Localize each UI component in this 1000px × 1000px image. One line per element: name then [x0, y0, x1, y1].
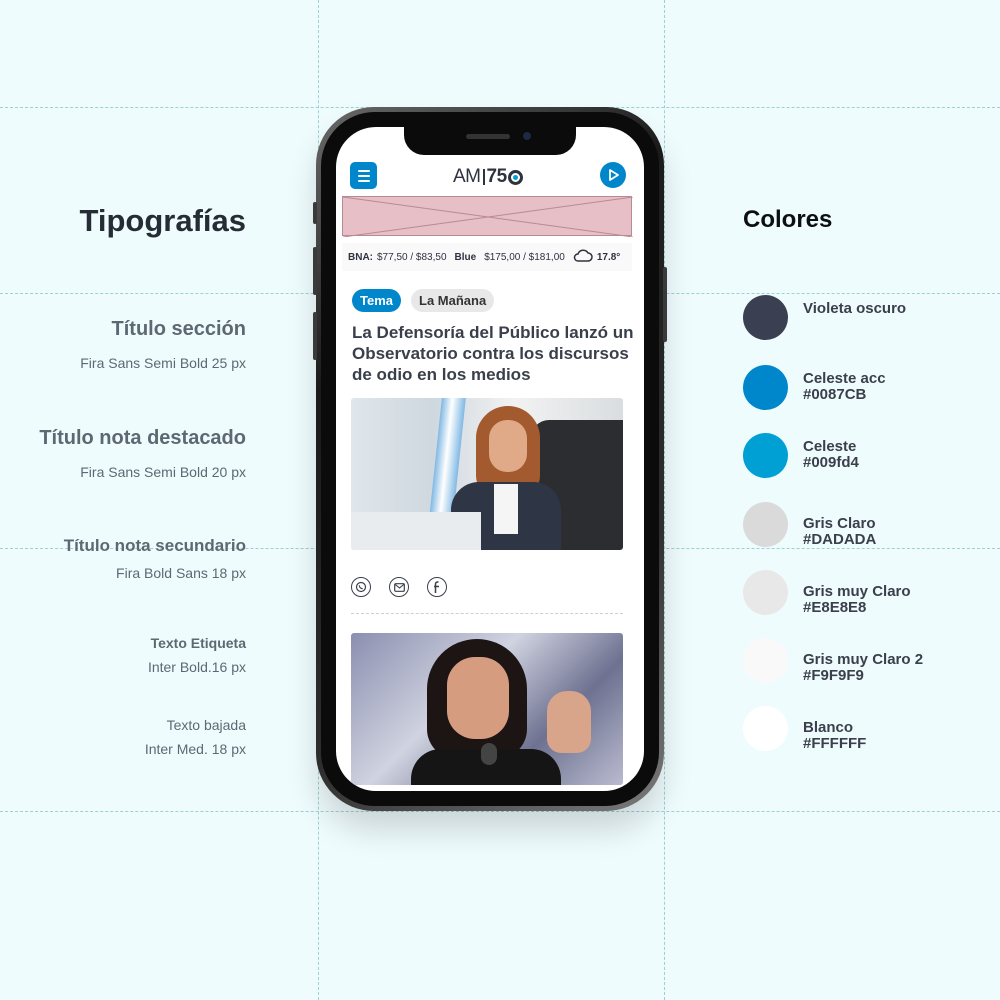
color-swatch	[743, 502, 788, 547]
microphone	[481, 743, 497, 765]
share-buttons	[351, 577, 447, 597]
typography-name: Título nota destacado	[39, 427, 246, 449]
app-header: AM 75	[350, 162, 626, 190]
typography-item: Título nota secundario Fira Bold Sans 18…	[64, 536, 246, 581]
whatsapp-icon[interactable]	[351, 577, 371, 597]
tag-tema[interactable]: Tema	[352, 289, 401, 312]
color-swatch	[743, 706, 788, 751]
color-name: Gris muy Claro	[803, 583, 911, 600]
typography-spec: Fira Bold Sans 18 px	[116, 565, 246, 581]
tag-la-manana[interactable]: La Mañana	[411, 289, 495, 312]
power-button	[663, 267, 667, 342]
color-item: Gris Claro #DADADA	[743, 502, 876, 548]
color-swatch	[743, 295, 788, 340]
logo-o-icon	[507, 169, 523, 185]
facebook-icon[interactable]	[427, 577, 447, 597]
typography-name: Título sección	[111, 318, 246, 340]
tag-group: Tema La Mañana	[352, 289, 495, 312]
color-hex: #009fd4	[803, 454, 859, 471]
typography-title: Tipografías	[79, 203, 246, 238]
logo-am: AM	[453, 166, 481, 187]
mute-switch	[313, 202, 317, 224]
color-item: Celeste #009fd4	[743, 433, 859, 478]
logo-separator	[482, 169, 485, 185]
mail-icon[interactable]	[389, 577, 409, 597]
color-item: Gris muy Claro #E8E8E8	[743, 570, 911, 616]
color-swatch	[743, 433, 788, 478]
volume-down-button	[313, 312, 317, 360]
color-item: Blanco #FFFFFF	[743, 706, 866, 752]
color-name: Gris Claro	[803, 515, 876, 532]
divider	[351, 613, 623, 614]
temperature: 17.8°	[596, 251, 621, 263]
article-photo[interactable]	[351, 633, 623, 785]
typography-spec: Fira Sans Semi Bold 25 px	[80, 355, 246, 371]
bna-value: $77,50 / $83,50	[377, 251, 447, 263]
typography-item: Título sección Fira Sans Semi Bold 25 px	[80, 318, 246, 371]
hamburger-menu-icon[interactable]	[350, 162, 377, 189]
color-name: Violeta oscuro	[803, 300, 907, 317]
typography-spec: Inter Med. 18 px	[144, 741, 246, 757]
logo[interactable]: AM 75	[453, 166, 523, 188]
blue-value: $175,00 / $181,00	[484, 251, 565, 263]
phone-mockup: AM 75 BNA: $77,50 / $83,50 Blue $175,00 …	[313, 107, 667, 811]
phone-screen: AM 75 BNA: $77,50 / $83,50 Blue $175,00 …	[336, 127, 644, 791]
typography-name: Texto bajada	[166, 717, 246, 733]
typography-item: Texto bajada Inter Med. 18 px	[145, 717, 246, 757]
typography-name: Título nota secundario	[63, 536, 246, 555]
color-hex: #DADADA	[803, 531, 877, 548]
color-name: Celeste acc	[803, 370, 886, 387]
color-name: Celeste	[803, 438, 857, 455]
color-item: Violeta oscuro	[743, 295, 906, 340]
guide-line	[0, 811, 1000, 812]
guide-line	[664, 0, 665, 1000]
speaker	[466, 134, 510, 139]
notch	[404, 127, 576, 155]
ad-placeholder	[342, 196, 633, 237]
typography-spec: Fira Sans Semi Bold 20 px	[80, 464, 246, 480]
bna-label: BNA:	[348, 251, 373, 263]
typography-spec: Inter Bold.16 px	[147, 659, 246, 675]
colors-title: Colores	[743, 206, 833, 233]
typography-item: Texto Etiqueta Inter Bold.16 px	[148, 635, 246, 675]
typography-item: Título nota destacado Fira Sans Semi Bol…	[39, 427, 246, 480]
color-swatch	[743, 638, 788, 683]
color-hex: #E8E8E8	[803, 599, 867, 616]
play-icon[interactable]	[600, 162, 626, 188]
color-name: Blanco	[803, 719, 854, 736]
color-swatch	[743, 570, 788, 615]
logo-number: 75	[486, 166, 508, 187]
color-name: Gris muy Claro 2	[803, 651, 924, 668]
color-item: Celeste acc #0087CB	[743, 365, 886, 410]
front-camera	[523, 132, 531, 140]
color-hex: #FFFFFF	[803, 735, 867, 752]
currency-ticker: BNA: $77,50 / $83,50 Blue $175,00 / $181…	[342, 243, 632, 271]
volume-up-button	[313, 247, 317, 295]
color-item: Gris muy Claro 2 #F9F9F9	[743, 638, 923, 684]
article-headline[interactable]: La Defensoría del Público lanzó un Obser…	[352, 322, 634, 385]
desk	[351, 512, 481, 550]
color-hex: #0087CB	[803, 386, 867, 403]
cloud-icon	[573, 249, 593, 265]
typography-name: Texto Etiqueta	[150, 635, 246, 651]
color-swatch	[743, 365, 788, 410]
color-hex: #F9F9F9	[803, 667, 864, 684]
article-photo[interactable]	[351, 398, 623, 550]
blue-label: Blue	[454, 251, 477, 263]
